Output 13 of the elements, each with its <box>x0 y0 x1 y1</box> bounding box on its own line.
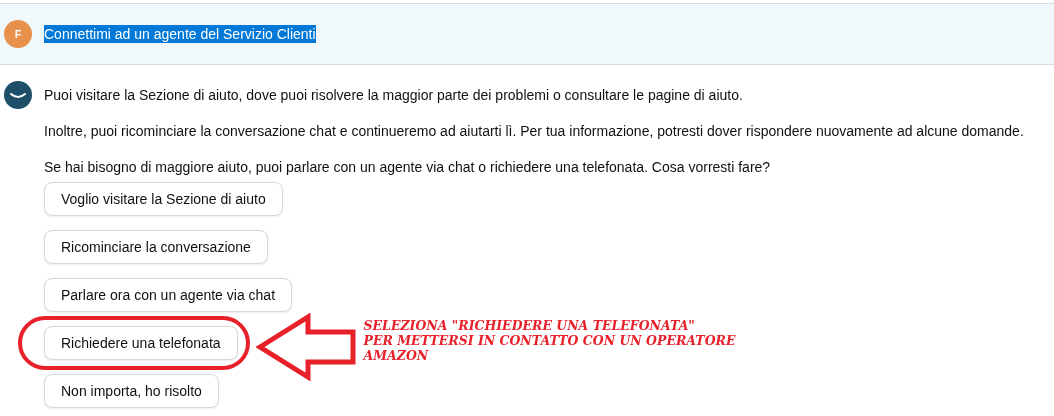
option-button[interactable]: Parlare ora con un agente via chat <box>44 278 293 312</box>
option-button[interactable]: Non importa, ho risolto <box>44 374 219 408</box>
message-text: Se hai bisogno di maggiore aiuto, puoi parlare con un agente via chat o richiedere una telefonata. Cosa vorresti fare? <box>44 159 772 175</box>
annotation-text: SELEZIONA "RICHIEDERE UNA TELEFONATA" PER METTERSI IN CONTATTO CON UN OPERATORE AMAZON <box>363 317 736 363</box>
user-message: Connettimi ad un agente del Servizio Clienti <box>44 25 316 43</box>
message-text: Puoi visitare la Sezione di aiuto, dove puoi risolvere la maggior parte dei problemi o consultare le pagine di aiuto. <box>44 87 744 103</box>
option-button[interactable]: Ricominciare la conversazione <box>44 230 268 264</box>
bot-avatar-icon <box>4 81 32 109</box>
option-button[interactable]: Voglio visitare la Sezione di aiuto <box>44 182 283 216</box>
message-text: Inoltre, puoi ricominciare la conversazione chat e continueremo ad aiutarti lì. Per tua informazione, potresti dover rispondere nuovamente ad alcune domande. <box>44 123 1024 139</box>
user-avatar: F <box>4 20 32 48</box>
option-button[interactable]: Richiedere una telefonata <box>44 326 238 360</box>
arrow-icon <box>255 313 356 381</box>
